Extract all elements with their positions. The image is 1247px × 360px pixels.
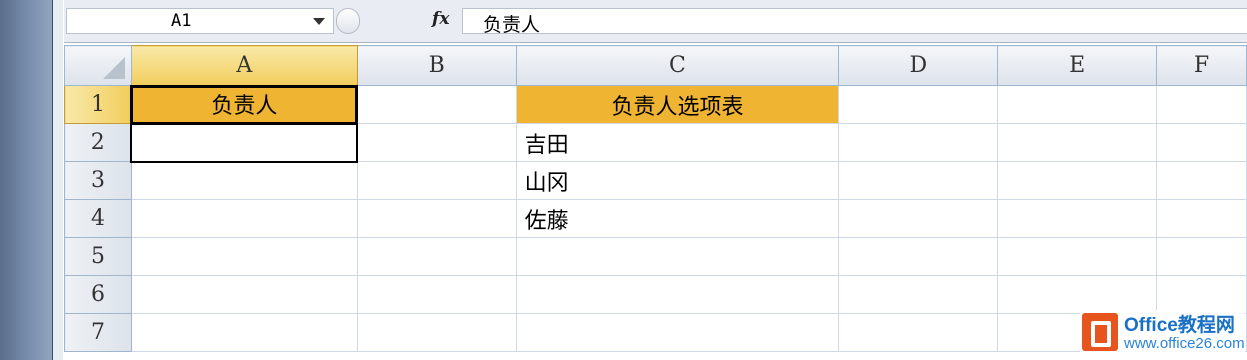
row-header-7[interactable]: 7 [64,313,132,352]
watermark-url: www.office26.com [1124,335,1245,352]
watermark-title: Office教程网 [1124,315,1235,336]
cell-c4[interactable]: 佐藤 [515,199,840,238]
cell-f4[interactable] [1156,199,1247,238]
name-box-value: A1 [171,11,192,31]
cell-b3[interactable] [356,161,517,200]
cell-c2[interactable]: 吉田 [515,123,840,162]
cell-d4[interactable] [838,199,999,238]
cell-b2[interactable] [356,123,517,162]
fx-label: fx [432,9,450,29]
row-header-2[interactable]: 2 [64,123,132,162]
cell-f6[interactable] [1156,275,1247,314]
cell-a2[interactable] [130,122,359,163]
cell-d5[interactable] [838,237,999,276]
column-header-b[interactable]: B [356,45,517,86]
column-header-d[interactable]: D [838,45,999,86]
column-header-f[interactable]: F [1156,45,1247,86]
cell-f5[interactable] [1156,237,1247,276]
cell-f1[interactable] [1156,85,1247,124]
select-all-icon [102,57,125,79]
column-header-a[interactable]: A [130,45,358,86]
cell-a5[interactable] [130,237,358,276]
cell-e6[interactable] [997,275,1158,314]
cell-d2[interactable] [838,123,999,162]
cell-c7[interactable] [515,313,840,352]
cell-e5[interactable] [997,237,1158,276]
cell-e2[interactable] [997,123,1158,162]
cell-f3[interactable] [1156,161,1247,200]
cell-c1[interactable]: 负责人选项表 [515,85,840,124]
row-header-5[interactable]: 5 [64,237,132,276]
cell-b4[interactable] [356,199,517,238]
cell-c6[interactable] [515,275,840,314]
window-left-border [52,0,63,360]
column-header-e[interactable]: E [997,45,1158,86]
cell-e1[interactable] [997,85,1158,124]
cell-d1[interactable] [838,85,999,124]
row-header-4[interactable]: 4 [64,199,132,238]
formula-value: 负责人 [483,14,541,36]
column-header-c[interactable]: C [515,45,840,86]
cell-e3[interactable] [997,161,1158,200]
row-header-6[interactable]: 6 [64,275,132,314]
insert-function-icon[interactable]: fx [432,9,449,29]
cell-d7[interactable] [838,313,999,352]
cell-c5[interactable] [515,237,840,276]
cell-b6[interactable] [356,275,517,314]
row-header-3[interactable]: 3 [64,161,132,200]
cell-c3[interactable]: 山冈 [515,161,840,200]
select-all-corner[interactable] [64,45,132,86]
cell-a7[interactable] [130,313,358,352]
desktop-left-edge [0,0,52,360]
cell-a1[interactable]: 负责人 [130,84,359,125]
cell-b1[interactable] [356,85,517,124]
name-box-dropdown-icon[interactable] [313,18,325,25]
cell-a6[interactable] [130,275,358,314]
row-header-1[interactable]: 1 [64,85,132,124]
spreadsheet-grid: A B C D E F 1 负责人 负责人选项表 2 吉田 3 山冈 4 佐藤 [64,45,1247,352]
cell-d6[interactable] [838,275,999,314]
cell-f2[interactable] [1156,123,1247,162]
cell-d3[interactable] [838,161,999,200]
cell-a3[interactable] [130,161,358,200]
office-logo-icon [1082,313,1118,351]
formula-bar: A1 fx 负责人 [64,0,1247,43]
cell-a4[interactable] [130,199,358,238]
cell-b5[interactable] [356,237,517,276]
formula-input[interactable]: 负责人 [462,8,1247,36]
cell-b7[interactable] [356,313,517,352]
name-box[interactable]: A1 [66,8,334,34]
formula-bar-splitter[interactable] [336,8,360,34]
watermark-logo: Office教程网 www.office26.com [1080,310,1245,356]
cell-e4[interactable] [997,199,1158,238]
